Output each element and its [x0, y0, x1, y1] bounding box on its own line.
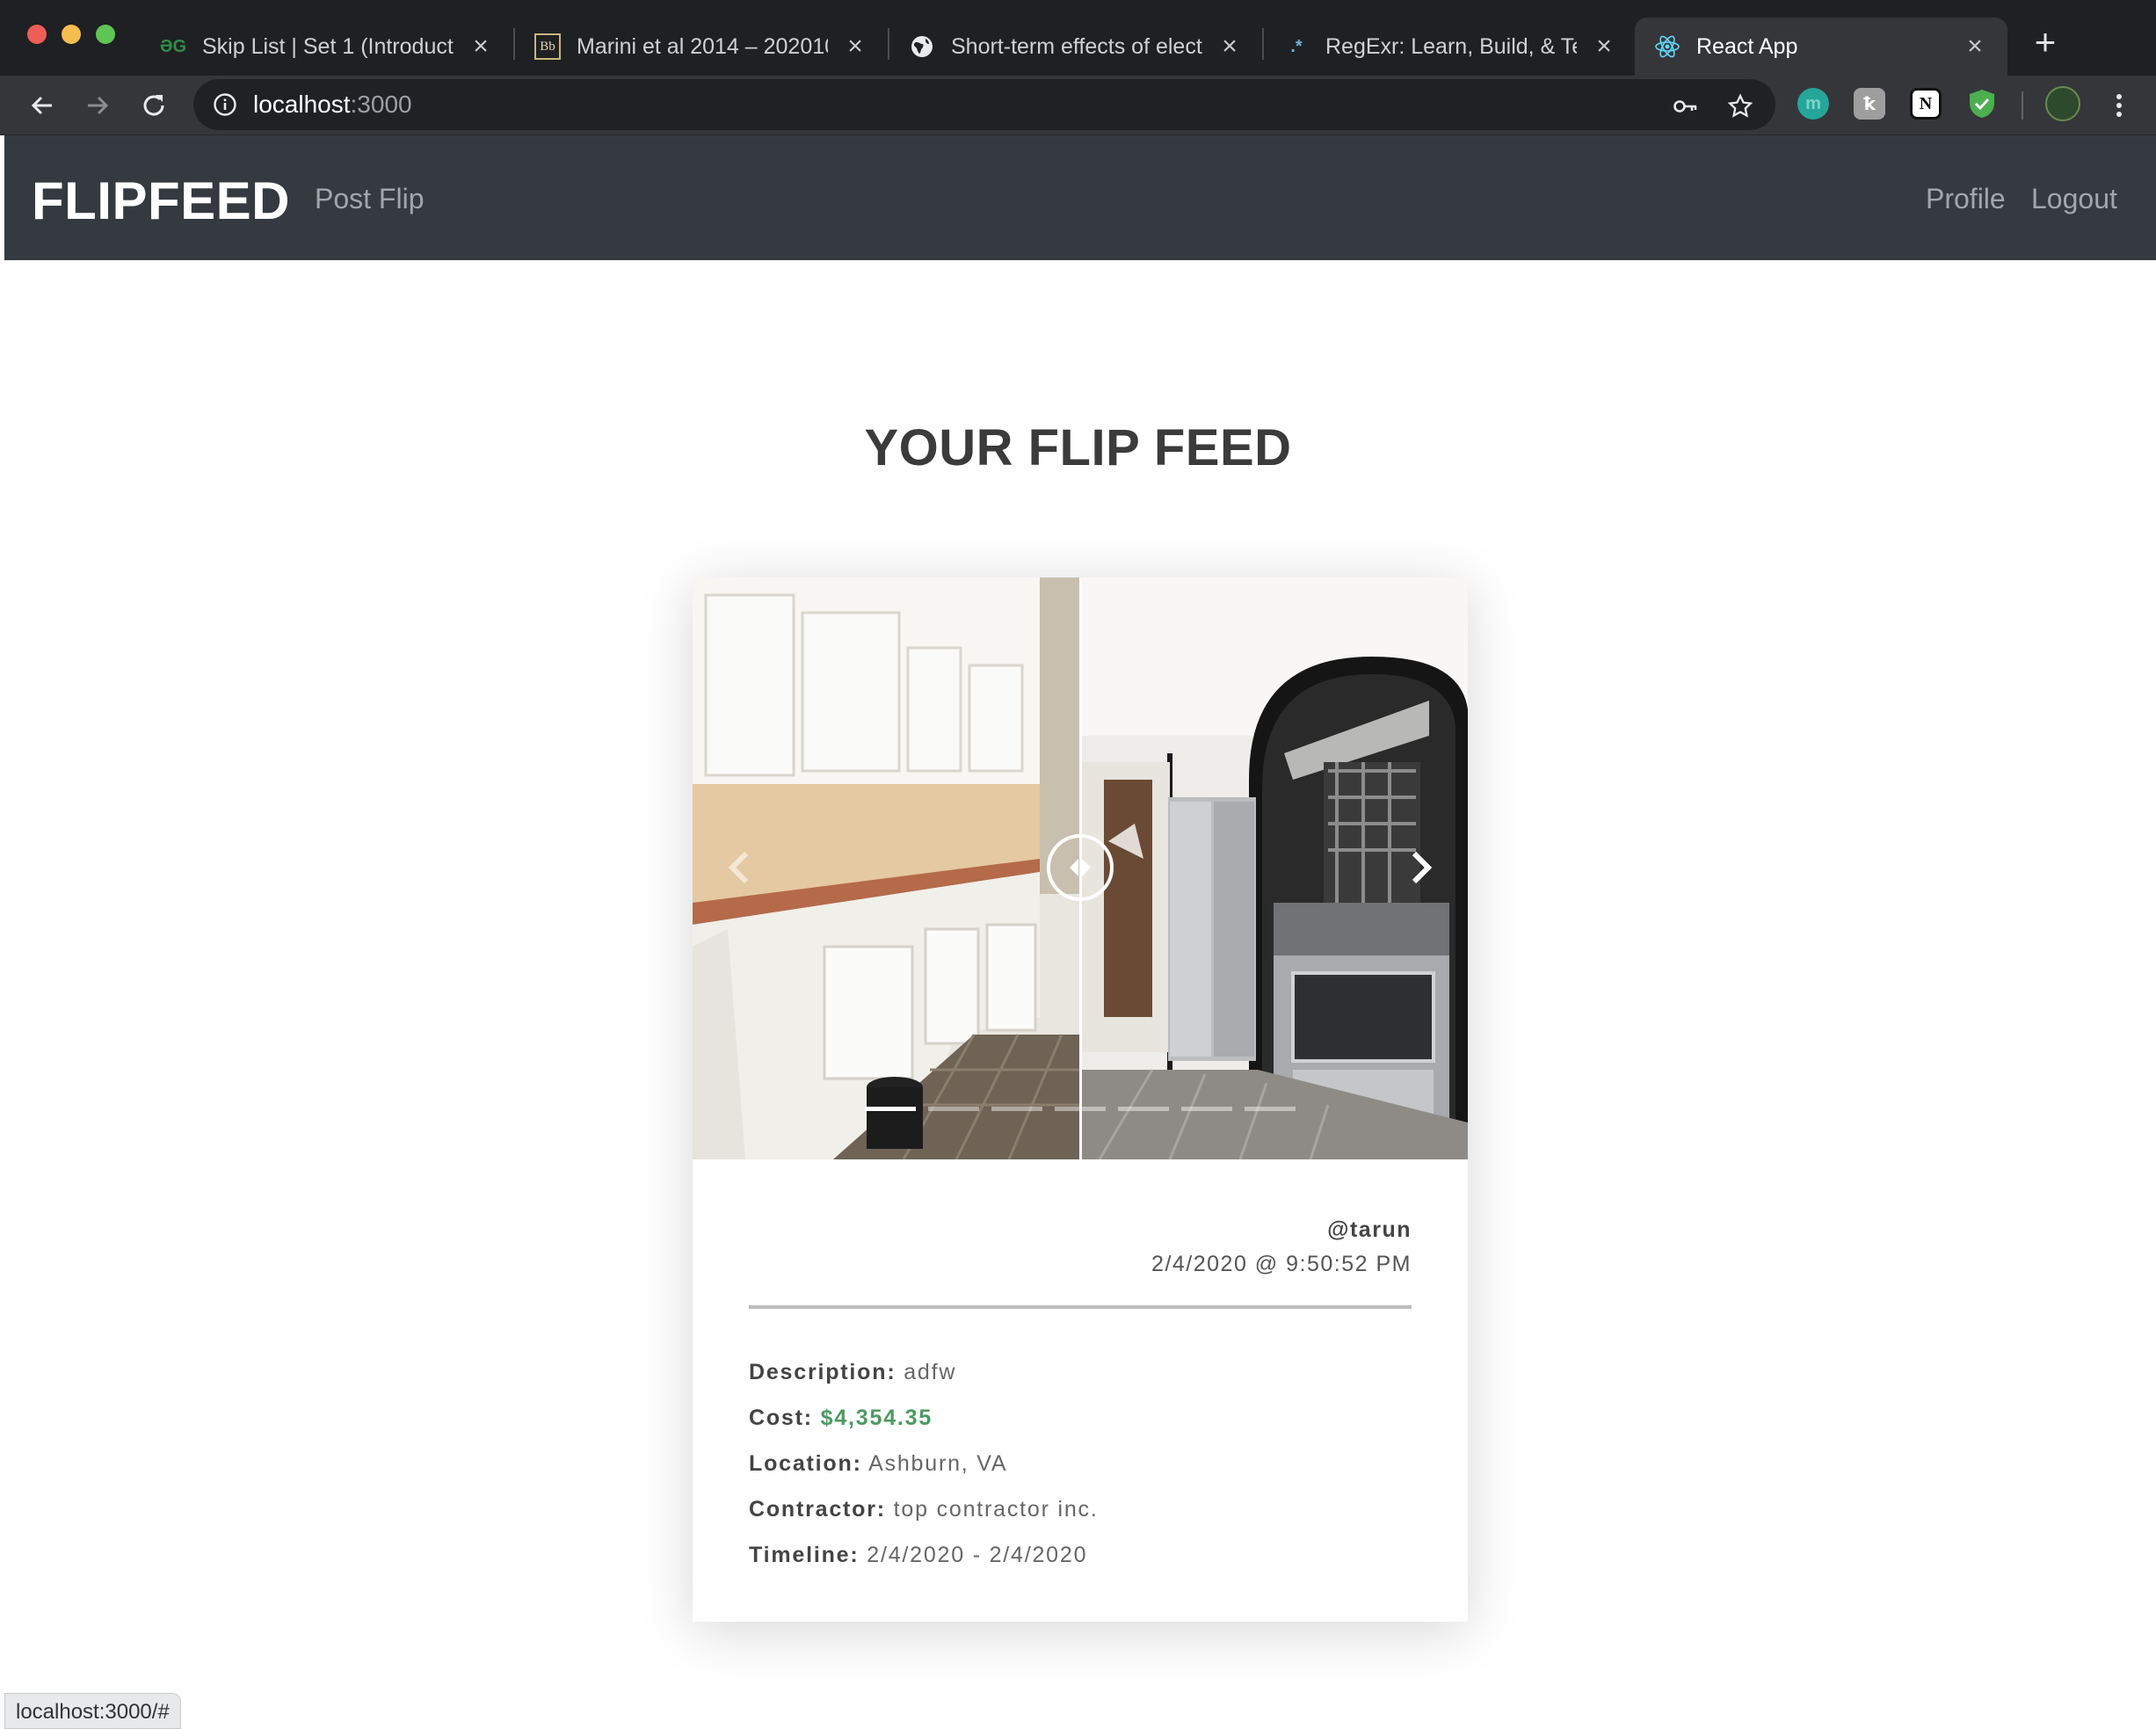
slide-indicator[interactable] [1055, 1107, 1106, 1111]
close-icon[interactable]: × [1591, 32, 1617, 61]
page-title: YOUR FLIP FEED [864, 419, 1292, 476]
forward-button[interactable] [80, 88, 115, 123]
close-icon[interactable]: × [468, 32, 494, 61]
close-icon[interactable]: × [842, 32, 868, 61]
comparison-handle[interactable] [1047, 834, 1114, 901]
slide-indicators [865, 1107, 1296, 1111]
timeline-row: Timeline: 2/4/2020 - 2/4/2020 [749, 1532, 1099, 1578]
new-tab-button[interactable]: + [2026, 23, 2065, 62]
shield-check-icon[interactable] [1966, 88, 1998, 120]
tab-title: Skip List | Set 1 (Introductio [202, 33, 454, 59]
browser-toolbar: localhost:3000 m ꝁ N [0, 76, 2156, 135]
more-vertical-icon [2116, 94, 2122, 117]
location-row: Location: Ashburn, VA [749, 1441, 1099, 1486]
url-text[interactable]: localhost:3000 [253, 91, 412, 119]
browser-tab[interactable]: .* RegExr: Learn, Build, & Test × [1264, 18, 1637, 76]
brand-logo[interactable]: FLIPFEED [32, 171, 290, 231]
slide-indicator[interactable] [1118, 1107, 1169, 1111]
location-value: Ashburn, VA [868, 1451, 1008, 1476]
browser-menu-button[interactable] [2102, 88, 2137, 123]
slide-indicator[interactable] [1181, 1107, 1232, 1111]
divider [749, 1305, 1412, 1309]
app-navbar: FLIPFEED Post Flip Profile Logout [4, 135, 2156, 260]
chevron-left-icon[interactable] [715, 841, 767, 894]
browser-tab-active[interactable]: React App × [1635, 18, 2007, 76]
key-icon[interactable] [1673, 93, 1699, 120]
profile-link[interactable]: Profile [1926, 183, 2006, 215]
browser-tab[interactable]: Bb Marini et al 2014 – 202010.1 × [515, 18, 888, 76]
close-icon[interactable]: × [1962, 32, 1988, 61]
regexr-icon: .* [1290, 36, 1303, 56]
slide-indicator[interactable] [1245, 1107, 1296, 1111]
slide-indicator[interactable] [865, 1107, 916, 1111]
field-label: Description: [749, 1360, 897, 1384]
post-flip-link[interactable]: Post Flip [315, 183, 424, 215]
reload-icon [143, 95, 164, 116]
maximize-window-button[interactable] [96, 25, 115, 44]
post-meta: @tarun 2/4/2020 @ 9:50:52 PM [1151, 1217, 1412, 1277]
address-bar[interactable]: localhost:3000 [193, 79, 1775, 130]
globe-icon [909, 33, 935, 60]
before-after-slider[interactable] [693, 578, 1468, 1159]
field-label: Contractor: [749, 1497, 886, 1522]
tab-title: RegExr: Learn, Build, & Test [1325, 33, 1577, 59]
timeline-value: 2/4/2020 - 2/4/2020 [867, 1543, 1088, 1567]
reload-button[interactable] [136, 88, 171, 123]
minimize-window-button[interactable] [62, 25, 81, 44]
close-icon[interactable]: × [1216, 32, 1243, 61]
toolbar-divider [2022, 91, 2023, 120]
notion-icon[interactable]: N [1910, 88, 1942, 120]
info-icon[interactable] [213, 92, 237, 117]
tab-title: Short-term effects of electr [951, 33, 1202, 59]
field-label: Cost: [749, 1406, 813, 1430]
arrow-right-icon [88, 96, 109, 115]
tab-title: React App [1696, 33, 1798, 59]
arrow-left-icon [31, 96, 52, 115]
browser-tab-strip: ƏG Skip List | Set 1 (Introductio × Bb M… [0, 0, 2156, 76]
puzzle-extension-icon[interactable]: ꝁ [1854, 88, 1885, 120]
slide-indicator[interactable] [991, 1107, 1042, 1111]
browser-tab[interactable]: ƏG Skip List | Set 1 (Introductio × [141, 18, 513, 76]
react-icon [1654, 33, 1681, 60]
contractor-value: top contractor inc. [893, 1497, 1099, 1522]
geeksforgeeks-icon: ƏG [159, 36, 187, 56]
m-extension-icon[interactable]: m [1797, 88, 1829, 120]
tab-title: Marini et al 2014 – 202010.1 [577, 33, 828, 59]
post-timestamp: 2/4/2020 @ 9:50:52 PM [1151, 1252, 1412, 1276]
browser-tab[interactable]: Short-term effects of electr × [889, 18, 1262, 76]
drag-arrows-icon [1070, 859, 1091, 876]
profile-avatar-icon[interactable] [2045, 86, 2080, 121]
slide-indicator[interactable] [928, 1107, 979, 1111]
cost-row: Cost: $4,354.35 [749, 1395, 1099, 1441]
logout-link[interactable]: Logout [2031, 183, 2117, 215]
close-window-button[interactable] [27, 25, 47, 44]
description-row: Description: adfw [749, 1349, 1099, 1395]
status-bar-url: localhost:3000/# [4, 1693, 181, 1729]
post-details: Description: adfw Cost: $4,354.35 Locati… [749, 1349, 1099, 1578]
bookmark-star-icon[interactable] [1727, 93, 1753, 120]
flip-post-card: @tarun 2/4/2020 @ 9:50:52 PM Description… [693, 578, 1468, 1622]
contractor-row: Contractor: top contractor inc. [749, 1486, 1099, 1532]
post-username[interactable]: @tarun [1151, 1217, 1412, 1243]
field-label: Location: [749, 1451, 862, 1476]
blackboard-icon: Bb [534, 33, 561, 60]
field-label: Timeline: [749, 1543, 860, 1567]
cost-value: $4,354.35 [820, 1406, 933, 1430]
description-value: adfw [904, 1360, 957, 1384]
chevron-right-icon[interactable] [1393, 841, 1446, 894]
back-button[interactable] [25, 88, 60, 123]
